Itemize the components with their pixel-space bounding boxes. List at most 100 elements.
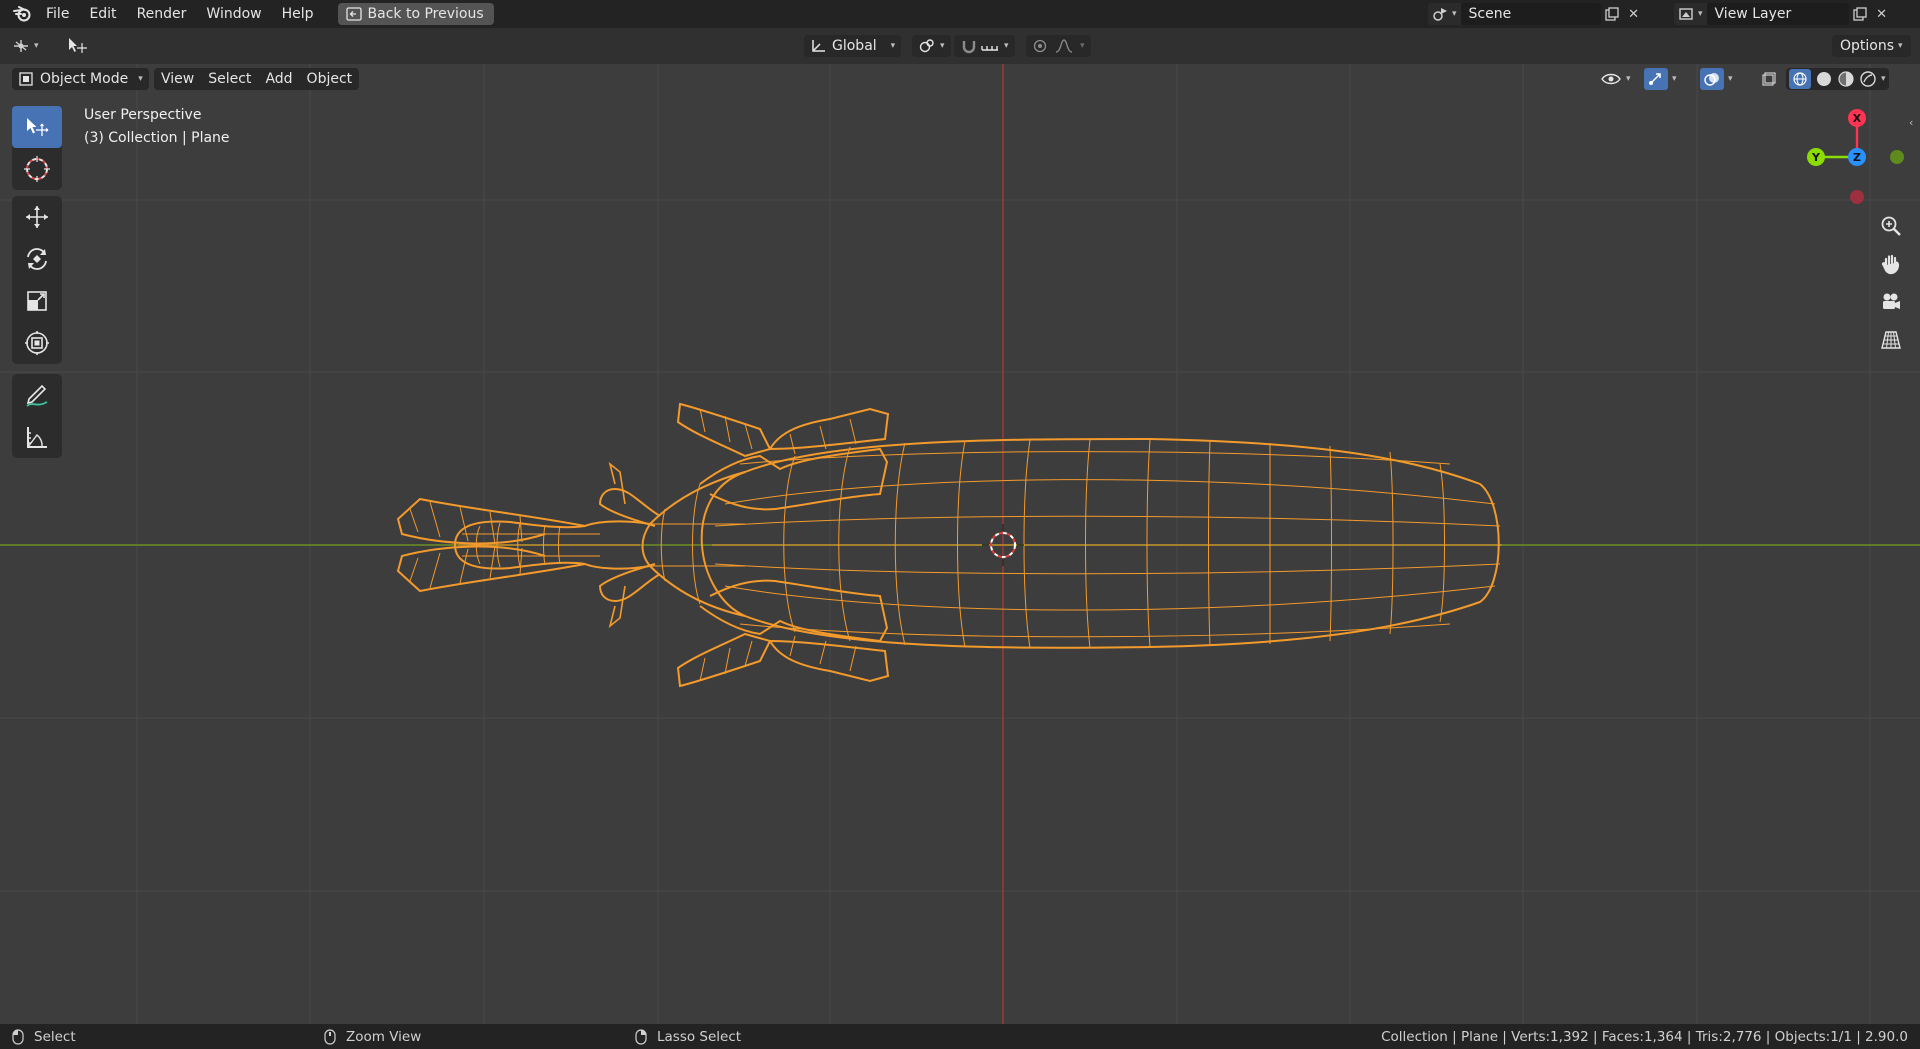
status-middle-mouse: Zoom View (324, 1024, 421, 1049)
scene-browse-button[interactable]: ▾ (1428, 3, 1461, 25)
tool-cursor[interactable] (12, 148, 62, 190)
editor-type-button[interactable]: ▾ (12, 35, 39, 57)
menu-add[interactable]: Add (258, 71, 299, 87)
gizmo-dropdown: ▾ (1644, 68, 1677, 90)
object-mode-dropdown[interactable]: Object Mode ▾ (12, 68, 149, 90)
selected-mesh-wireframe (396, 402, 1502, 688)
orientation-global-icon (812, 40, 825, 52)
tool-move[interactable] (12, 196, 62, 238)
tool-select-box[interactable] (12, 106, 62, 148)
view-layer-browse-button[interactable]: ▾ (1674, 3, 1707, 25)
gizmo-icon (1649, 73, 1661, 85)
close-scene-icon[interactable]: ✕ (1623, 3, 1645, 25)
menu-render[interactable]: Render (127, 0, 197, 28)
blender-logo-icon[interactable] (8, 0, 36, 28)
snap-increment-icon[interactable] (980, 38, 1002, 54)
status-zoom-label: Zoom View (346, 1028, 422, 1045)
material-sphere-icon[interactable] (1837, 70, 1855, 88)
transform-orientation-dropdown[interactable]: Global ▾ (804, 35, 902, 57)
options-dropdown[interactable]: Options ▾ (1832, 35, 1911, 57)
gizmo-neg-x-axis-icon (1850, 190, 1864, 204)
menu-help[interactable]: Help (272, 0, 324, 28)
tool-measure[interactable] (12, 416, 62, 458)
scene-name-field[interactable]: Scene (1460, 3, 1601, 25)
chevron-down-icon: ▾ (1698, 9, 1703, 19)
proportional-edit-group: ▾ (1026, 35, 1091, 57)
chevron-down-icon: ▾ (890, 41, 896, 51)
shading-mode-group: ▾ (1786, 68, 1889, 90)
camera-view-button[interactable] (1876, 287, 1906, 317)
view-layer-selector: ▾ View Layer ✕ (1674, 3, 1893, 25)
chevron-down-icon[interactable]: ▾ (1728, 74, 1733, 84)
menu-window[interactable]: Window (196, 0, 271, 28)
menu-select[interactable]: Select (201, 71, 258, 87)
collection-info-label: (3) Collection | Plane (84, 130, 230, 146)
menu-file[interactable]: File (36, 0, 79, 28)
active-tool-button[interactable] (66, 35, 90, 57)
gizmo-neg-y-axis-icon (1890, 150, 1904, 164)
close-view-layer-icon[interactable]: ✕ (1871, 3, 1893, 25)
top-menu-bar: File Edit Render Window Help Back to Pre… (0, 0, 1920, 28)
wireframe-shading-button[interactable] (1789, 69, 1811, 89)
3d-viewport-icon (14, 40, 28, 52)
menu-object[interactable]: Object (300, 71, 360, 87)
chevron-down-icon: ▾ (1004, 41, 1009, 51)
navigation-gizmo[interactable]: X Y Z (1800, 100, 1910, 210)
camera-icon (1883, 293, 1900, 309)
pivot-point-dropdown[interactable]: ▾ (912, 35, 951, 57)
wireframe-sphere-icon (1793, 72, 1807, 86)
object-mode-label: Object Mode (40, 71, 129, 87)
falloff-curve-icon[interactable] (1054, 38, 1074, 54)
toggle-perspective-button[interactable] (1876, 325, 1906, 355)
3d-viewport[interactable] (0, 64, 1920, 1024)
tool-transform[interactable] (12, 322, 62, 364)
solid-sphere-icon[interactable] (1815, 70, 1833, 88)
rotate-icon (27, 248, 47, 270)
zoom-icon (1881, 216, 1901, 236)
tool-rotate[interactable] (12, 238, 62, 280)
snap-magnet-icon[interactable] (960, 38, 978, 54)
status-right-mouse: Lasso Select (635, 1024, 741, 1049)
status-lasso-label: Lasso Select (657, 1028, 742, 1045)
annotate-icon (26, 384, 48, 407)
object-mode-icon (19, 72, 33, 86)
viewport-grid (0, 64, 1920, 1024)
sidebar-toggle-icon[interactable]: ‹ (1909, 116, 1913, 129)
viewport-menus: View Select Add Object (154, 68, 360, 90)
chevron-down-icon[interactable]: ▾ (1881, 74, 1886, 84)
view-layer-name-field[interactable]: View Layer (1706, 3, 1849, 25)
viewport-info-overlay: User Perspective (3) Collection | Plane (84, 104, 230, 150)
status-bar: Select Zoom View Lasso Select Collection… (0, 1024, 1920, 1049)
proportional-edit-icon[interactable] (1032, 38, 1048, 54)
tool-annotate[interactable] (12, 374, 62, 416)
view-name-label: User Perspective (84, 107, 202, 123)
status-left-mouse: Select (12, 1024, 76, 1049)
toggle-overlays-button[interactable] (1700, 68, 1724, 90)
toggle-gizmo-button[interactable] (1644, 68, 1668, 90)
measure-icon (27, 427, 47, 448)
eye-icon (1601, 73, 1621, 85)
mouse-right-icon (635, 1028, 647, 1045)
back-to-previous-button[interactable]: Back to Previous (337, 3, 494, 25)
xray-toggle[interactable] (1758, 68, 1780, 90)
overlays-dropdown: ▾ (1700, 68, 1733, 90)
toolbar-transform-group (12, 196, 62, 364)
rendered-sphere-icon[interactable] (1859, 70, 1877, 88)
mouse-left-icon (12, 1028, 24, 1045)
tool-scale[interactable] (12, 280, 62, 322)
select-tweak-icon (69, 38, 87, 53)
menu-edit[interactable]: Edit (79, 0, 126, 28)
new-scene-icon[interactable] (1601, 3, 1623, 25)
pan-view-button[interactable] (1876, 249, 1906, 279)
chevron-down-icon[interactable]: ▾ (1672, 74, 1677, 84)
menu-view[interactable]: View (154, 71, 201, 87)
visibility-dropdown[interactable]: ▾ (1600, 68, 1631, 90)
xray-icon (1762, 72, 1776, 86)
gizmo-y-label: Y (1811, 151, 1821, 164)
overlays-icon (1704, 73, 1719, 86)
options-label: Options (1840, 38, 1895, 54)
view-layer-icon (1679, 8, 1693, 20)
new-view-layer-icon[interactable] (1849, 3, 1871, 25)
scene-icon (1433, 8, 1447, 21)
zoom-view-button[interactable] (1876, 211, 1906, 241)
